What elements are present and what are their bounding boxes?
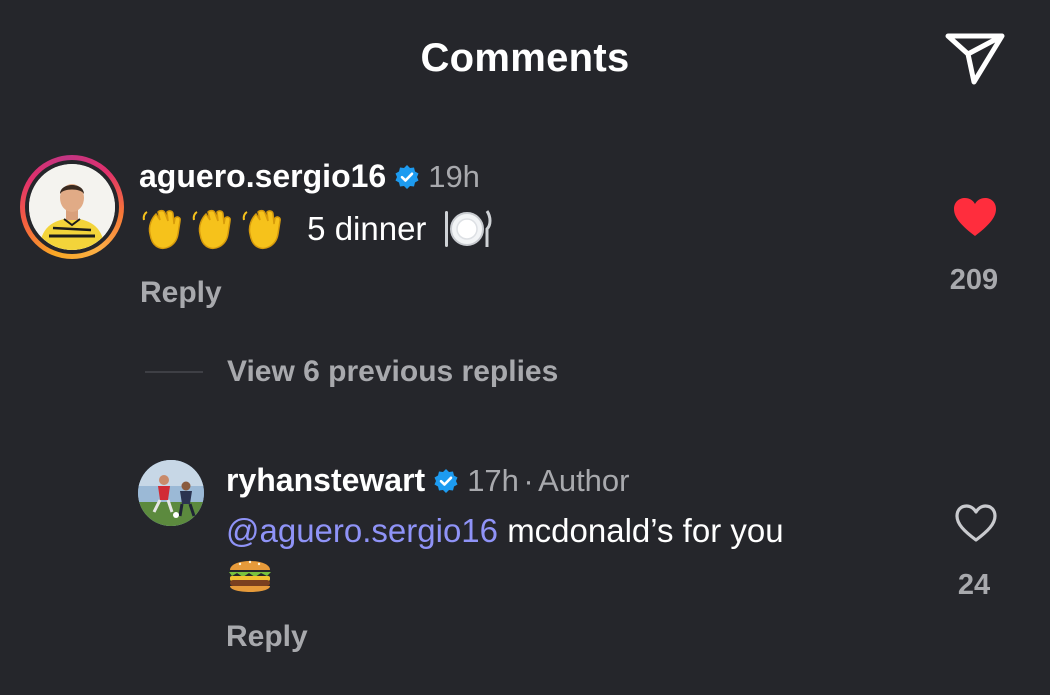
reply-thread-line: [145, 371, 203, 373]
avatar-photo: [29, 164, 115, 250]
comment-body: 5 dinner: [140, 204, 492, 254]
plate-with-cutlery-icon: [444, 210, 492, 247]
reply-body: @aguero.sergio16 mcdonald’s for you: [226, 512, 784, 550]
paper-plane-send-icon[interactable]: [944, 30, 1006, 86]
author-label: Author: [538, 463, 630, 498]
reply-text: mcdonald’s for you: [507, 512, 784, 549]
comment-username[interactable]: aguero.sergio16: [139, 158, 386, 194]
avatar[interactable]: [138, 460, 204, 526]
avatar[interactable]: [29, 164, 115, 250]
reply-time: 17h: [467, 463, 519, 498]
avatar-photo: [138, 460, 204, 526]
mention-link[interactable]: @aguero.sergio16: [226, 512, 498, 549]
comments-screen: Comments aguero.sergio16 19h 5 dinner Re…: [0, 0, 1050, 695]
story-ring[interactable]: [20, 155, 124, 259]
hamburger-icon: [229, 560, 271, 592]
view-previous-replies-label: View 6 previous replies: [227, 355, 559, 388]
verified-badge-icon: [434, 469, 458, 493]
reply-header: ryhanstewart 17h · Author: [226, 462, 630, 499]
waving-hand-icon: [242, 209, 281, 250]
reply-button[interactable]: Reply: [140, 276, 222, 310]
separator-dot: ·: [523, 463, 534, 498]
like-count: 209: [949, 264, 999, 296]
reply-button[interactable]: Reply: [226, 620, 308, 654]
page-title: Comments: [420, 36, 630, 80]
comment-header: aguero.sergio16 19h: [139, 158, 480, 195]
view-previous-replies-button[interactable]: View 6 previous replies: [145, 355, 558, 389]
heart-filled-icon[interactable]: [952, 196, 998, 238]
reply-username[interactable]: ryhanstewart: [226, 462, 425, 498]
comment-time: 19h: [428, 159, 480, 194]
comment-text: 5 dinner: [307, 210, 427, 247]
waving-hand-icon: [142, 209, 181, 250]
waving-hand-icon: [192, 209, 231, 250]
heart-outline-icon[interactable]: [953, 502, 999, 544]
verified-badge-icon: [395, 165, 419, 189]
like-count: 24: [957, 569, 991, 601]
